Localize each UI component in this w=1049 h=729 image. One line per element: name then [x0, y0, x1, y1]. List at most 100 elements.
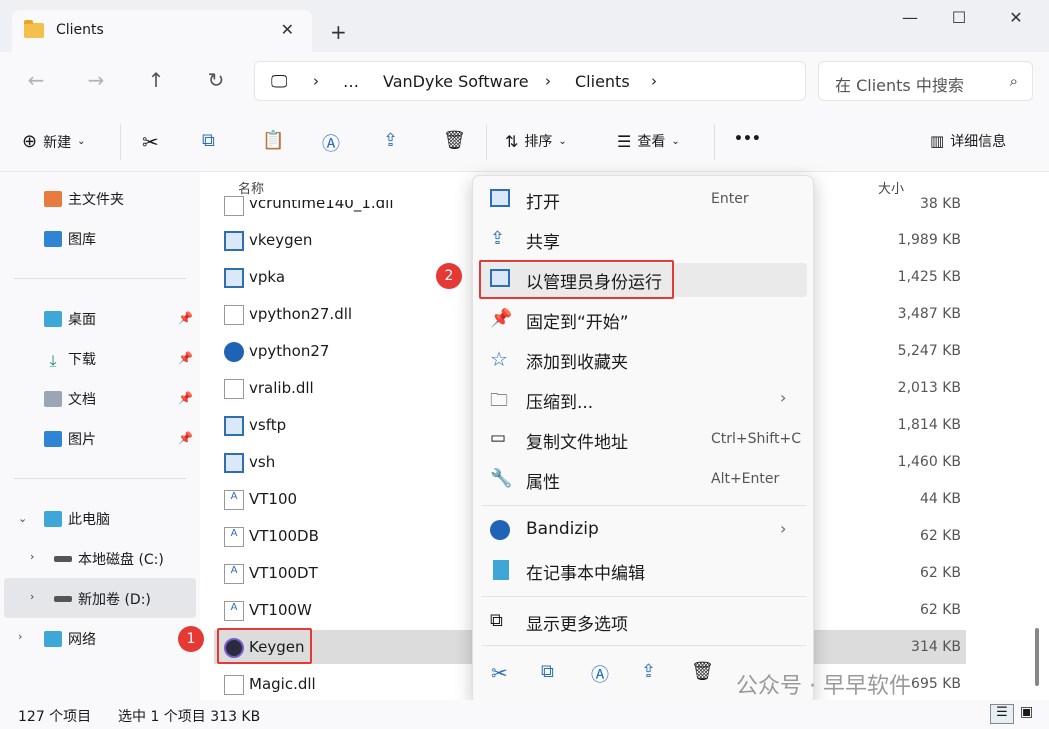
- details-pane-button[interactable]: ▥ 详细信息: [930, 131, 1006, 151]
- sort-icon: ⇅: [505, 131, 519, 151]
- sidebar-item-gallery[interactable]: 图库: [44, 229, 96, 249]
- rename-icon[interactable]: Ⓐ: [322, 130, 340, 156]
- share-icon[interactable]: ⇪: [641, 661, 663, 685]
- dll-icon: [224, 675, 244, 695]
- pin-icon[interactable]: 📌: [178, 311, 193, 325]
- sidebar-item-label: 图库: [68, 232, 96, 248]
- pin-icon[interactable]: 📌: [178, 351, 193, 365]
- search-input[interactable]: 在 Clients 中搜索 ⌕: [818, 61, 1033, 101]
- annotation-badge-2: 2: [436, 263, 462, 289]
- column-header-size[interactable]: 大小: [878, 178, 904, 197]
- close-window-button[interactable]: ✕: [1001, 8, 1031, 27]
- delete-icon[interactable]: 🗑: [443, 130, 466, 151]
- forward-button[interactable]: →: [82, 68, 110, 92]
- chevron-right-icon: ›: [780, 388, 787, 407]
- sidebar-item-documents[interactable]: 文档: [44, 389, 96, 409]
- exe-icon: [224, 416, 244, 436]
- exe-icon: [224, 453, 244, 473]
- share-icon[interactable]: ⇪: [383, 130, 398, 151]
- details-label: 详细信息: [950, 134, 1007, 150]
- file-name: vpython27.dll: [249, 305, 353, 323]
- details-view-icon[interactable]: ☰: [990, 704, 1014, 724]
- watermark: 公众号 · 早早软件: [736, 674, 911, 699]
- back-button[interactable]: ←: [22, 68, 50, 92]
- tab-clients[interactable]: Clients ✕: [12, 10, 312, 52]
- file-name: vsh: [249, 453, 276, 471]
- menu-divider: [482, 596, 806, 597]
- sidebar-item-downloads[interactable]: ⤓ 下载: [44, 349, 96, 370]
- folder-icon: [24, 20, 44, 38]
- more-button[interactable]: •••: [734, 131, 761, 147]
- chevron-right-icon[interactable]: ›: [30, 550, 34, 563]
- rename-icon[interactable]: Ⓐ: [591, 661, 613, 686]
- chevron-down-icon[interactable]: ⌄: [18, 512, 27, 525]
- column-header-name[interactable]: 名称: [238, 178, 264, 197]
- sidebar-item-desktop[interactable]: 桌面: [44, 309, 96, 329]
- close-tab-icon[interactable]: ✕: [281, 20, 294, 39]
- tab-title: Clients: [56, 22, 104, 38]
- file-name: Magic.dll: [249, 675, 316, 693]
- cut-icon[interactable]: ✂: [491, 661, 513, 685]
- file-size: 1,460 KB: [897, 454, 961, 470]
- sidebar-item-label: 本地磁盘 (C:): [78, 552, 164, 568]
- exe-icon: [224, 231, 244, 251]
- search-icon: ⌕: [1009, 72, 1018, 90]
- sidebar-item-network[interactable]: 网络: [44, 629, 96, 649]
- home-icon: [44, 191, 62, 207]
- copy-icon[interactable]: ⧉: [541, 661, 563, 685]
- sidebar-item-this-pc[interactable]: 此电脑: [44, 509, 110, 529]
- sidebar-item-label: 桌面: [68, 312, 96, 328]
- file-size: 44 KB: [919, 491, 961, 507]
- menu-item-label: 属性: [526, 473, 560, 493]
- file-name: vpka: [249, 268, 286, 286]
- copy-path-icon: ▭: [490, 428, 507, 448]
- menu-item-shortcut: Enter: [711, 191, 749, 207]
- breadcrumb-more[interactable]: …: [343, 72, 359, 91]
- search-placeholder: 在 Clients 中搜索: [835, 76, 964, 95]
- sort-button[interactable]: ⇅ 排序 ⌄: [505, 131, 567, 151]
- sidebar-item-pictures[interactable]: 图片: [44, 429, 96, 449]
- minimize-button[interactable]: —: [895, 8, 925, 27]
- divider: [486, 124, 487, 160]
- cut-icon[interactable]: ✂: [142, 130, 159, 154]
- file-name: VT100: [249, 490, 298, 508]
- item-count: 127 个项目: [18, 709, 92, 725]
- file-name: VT100DB: [249, 527, 319, 545]
- chevron-right-icon: ›: [651, 72, 657, 90]
- up-button[interactable]: ↑: [142, 68, 170, 92]
- chevron-down-icon: ⌄: [77, 136, 86, 147]
- file-size: 62 KB: [919, 528, 961, 544]
- gallery-icon: [44, 231, 62, 247]
- sidebar-item-drive-c[interactable]: 本地磁盘 (C:): [54, 549, 164, 569]
- delete-icon[interactable]: 🗑: [691, 661, 714, 685]
- chevron-right-icon[interactable]: ›: [30, 590, 34, 603]
- sidebar-item-home[interactable]: 主文件夹: [44, 189, 124, 209]
- address-bar[interactable]: 🖵 › … VanDyke Software › Clients ›: [254, 61, 806, 101]
- menu-item-label: 打开: [526, 193, 560, 213]
- download-icon: ⤓: [49, 351, 57, 370]
- sidebar-item-drive-d[interactable]: 新加卷 (D:): [54, 589, 151, 609]
- computer-icon: [44, 511, 62, 527]
- scrollbar-thumb[interactable]: [1035, 628, 1039, 686]
- dll-icon: [224, 196, 244, 216]
- pin-icon[interactable]: 📌: [178, 391, 193, 405]
- view-button[interactable]: ☰ 查看 ⌄: [617, 131, 680, 151]
- new-button[interactable]: ⊕ 新建 ⌄: [22, 131, 85, 152]
- file-size: 62 KB: [919, 602, 961, 618]
- menu-item-label: 共享: [526, 233, 560, 253]
- copy-icon[interactable]: ⧉: [202, 130, 215, 151]
- paste-icon[interactable]: 📋: [262, 130, 284, 151]
- pictures-icon: [44, 431, 62, 447]
- breadcrumb-vandyke[interactable]: VanDyke Software: [383, 72, 529, 91]
- divider: [14, 278, 186, 279]
- tiles-view-icon[interactable]: ▣: [1020, 704, 1033, 720]
- pin-icon[interactable]: 📌: [178, 431, 193, 445]
- breadcrumb-clients[interactable]: Clients: [575, 72, 630, 91]
- new-tab-button[interactable]: +: [330, 20, 347, 44]
- divider: [14, 478, 186, 479]
- selection-info: 选中 1 个项目 313 KB: [118, 709, 261, 725]
- file-name: vsftp: [249, 416, 287, 434]
- refresh-button[interactable]: ↻: [202, 68, 230, 92]
- maximize-button[interactable]: ☐: [944, 8, 974, 27]
- chevron-right-icon[interactable]: ›: [18, 630, 22, 643]
